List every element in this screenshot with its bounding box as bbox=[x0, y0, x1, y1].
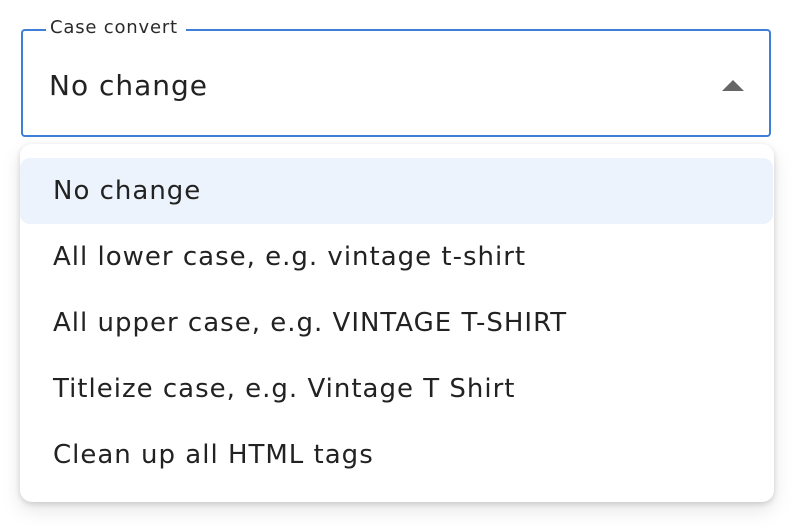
dropdown-option-clean-html-tags[interactable]: Clean up all HTML tags bbox=[20, 422, 774, 488]
caret-up-icon[interactable] bbox=[722, 80, 744, 91]
dropdown-option-no-change[interactable]: No change bbox=[20, 158, 773, 224]
dropdown-option-titleize-case[interactable]: Titleize case, e.g. Vintage T Shirt bbox=[20, 356, 774, 422]
case-convert-label: Case convert bbox=[46, 17, 186, 39]
case-convert-select[interactable]: Case convert No change bbox=[21, 17, 771, 137]
case-convert-dropdown-menu: No change All lower case, e.g. vintage t… bbox=[20, 144, 774, 502]
dropdown-option-upper-case[interactable]: All upper case, e.g. VINTAGE T-SHIRT bbox=[20, 290, 774, 356]
case-convert-selected-value: No change bbox=[49, 69, 209, 102]
dropdown-option-lower-case[interactable]: All lower case, e.g. vintage t-shirt bbox=[20, 224, 774, 290]
